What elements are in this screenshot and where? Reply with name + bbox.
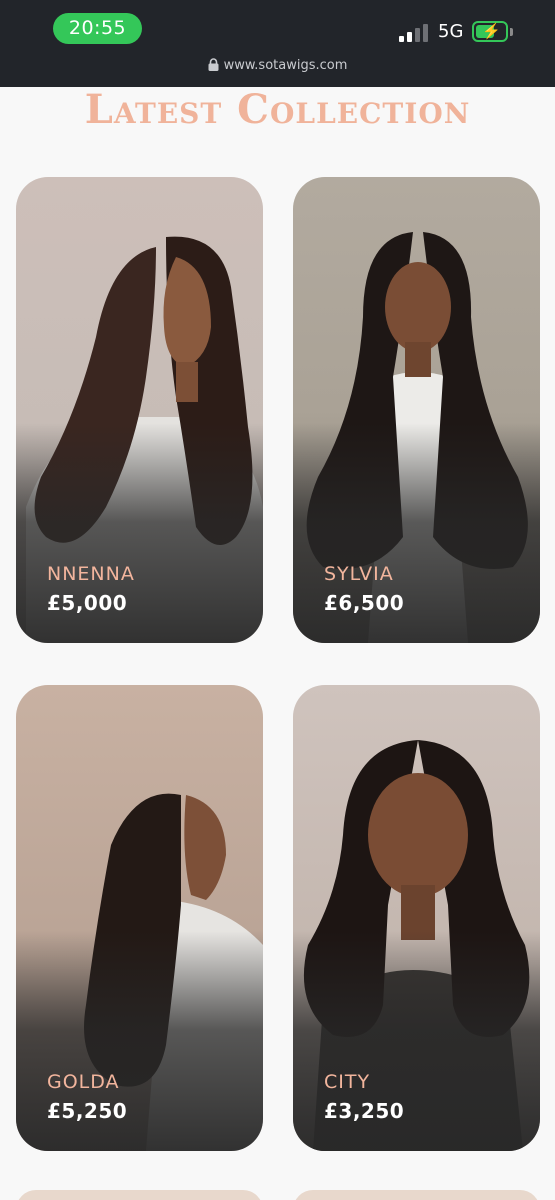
product-price: £5,000	[47, 591, 128, 615]
url-bar[interactable]: www.sotawigs.com	[0, 58, 555, 73]
section-title: Latest Collection	[84, 86, 471, 133]
product-name: NNENNA	[47, 563, 135, 585]
product-card-next[interactable]	[293, 1190, 540, 1200]
clock: 20:55	[53, 13, 142, 44]
lock-icon	[208, 58, 219, 71]
signal-icon	[399, 24, 429, 42]
product-card-sylvia[interactable]: SYLVIA £6,500	[293, 177, 540, 643]
battery-tip-icon	[510, 28, 513, 36]
product-name: GOLDA	[47, 1071, 120, 1093]
status-bar: 20:55 5G ⚡ www.sotawigs.com	[0, 0, 555, 87]
charging-icon: ⚡	[482, 23, 501, 40]
url-text: www.sotawigs.com	[223, 58, 348, 73]
product-price: £6,500	[324, 591, 405, 615]
product-card-nnenna[interactable]: NNENNA £5,000	[16, 177, 263, 643]
product-card-next[interactable]	[16, 1190, 263, 1200]
product-price: £3,250	[324, 1099, 405, 1123]
network-label: 5G	[438, 21, 464, 42]
product-name: SYLVIA	[324, 563, 394, 585]
product-name: CITY	[324, 1071, 371, 1093]
product-price: £5,250	[47, 1099, 128, 1123]
product-card-city[interactable]: CITY £3,250	[293, 685, 540, 1151]
product-card-golda[interactable]: GOLDA £5,250	[16, 685, 263, 1151]
battery-icon: ⚡	[472, 21, 508, 42]
